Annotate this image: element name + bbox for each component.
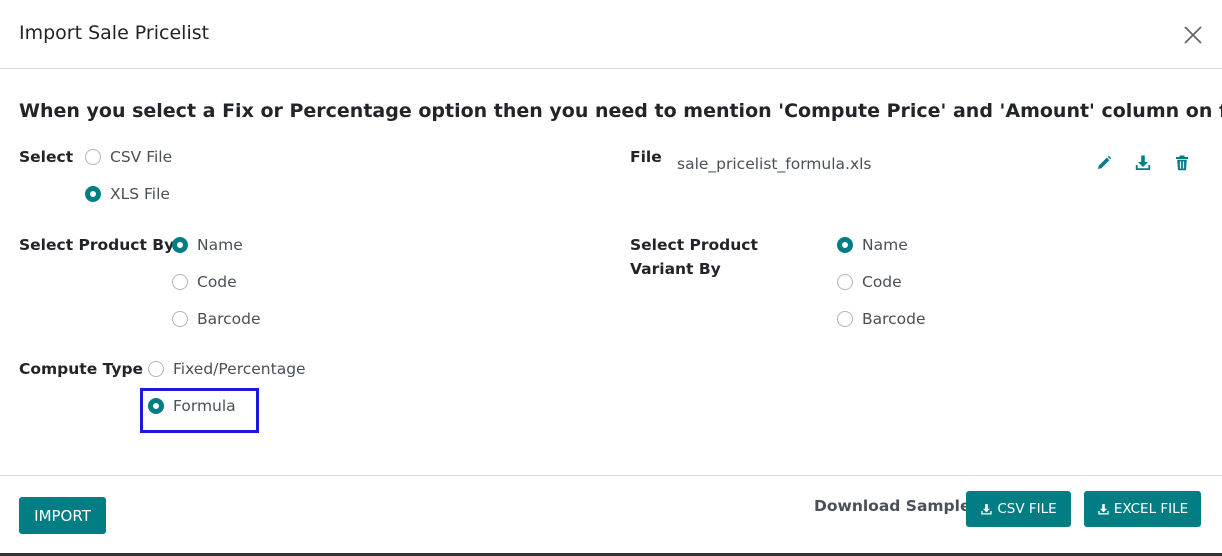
select-label: Select	[19, 148, 74, 166]
radio-dot	[85, 186, 101, 202]
radio-csv-file[interactable]: CSV File	[85, 145, 172, 169]
radio-product-name[interactable]: Name	[172, 233, 243, 257]
import-dialog: Import Sale Pricelist When you select a …	[0, 0, 1222, 556]
radio-variant-barcode[interactable]: Barcode	[837, 307, 926, 331]
close-icon[interactable]	[1180, 22, 1206, 48]
radio-dot	[172, 274, 188, 290]
dialog-header: Import Sale Pricelist	[0, 0, 1222, 69]
radio-variant-code[interactable]: Code	[837, 270, 902, 294]
radio-product-code[interactable]: Code	[172, 270, 237, 294]
radio-product-barcode[interactable]: Barcode	[172, 307, 261, 331]
radio-dot	[837, 237, 853, 253]
file-label: File	[630, 148, 662, 166]
edit-icon[interactable]	[1095, 154, 1113, 172]
download-icon	[1098, 503, 1109, 515]
radio-dot	[148, 361, 164, 377]
radio-dot	[172, 237, 188, 253]
radio-label: XLS File	[110, 185, 170, 203]
variant-by-label: Select Product Variant By	[630, 236, 758, 278]
radio-label: Barcode	[862, 310, 926, 328]
dialog-title: Import Sale Pricelist	[19, 22, 210, 44]
formula-highlight-box	[140, 388, 259, 433]
radio-label: Fixed/Percentage	[173, 360, 306, 378]
excel-file-button[interactable]: EXCEL FILE	[1084, 491, 1201, 527]
trash-icon[interactable]	[1173, 154, 1191, 172]
import-button[interactable]: IMPORT	[19, 497, 106, 534]
radio-label: CSV File	[110, 148, 173, 166]
radio-dot	[172, 311, 188, 327]
radio-xls-file[interactable]: XLS File	[85, 182, 170, 206]
csv-file-label: CSV FILE	[997, 501, 1057, 517]
radio-label: Name	[197, 236, 243, 254]
radio-variant-name[interactable]: Name	[837, 233, 908, 257]
radio-label: Code	[197, 273, 237, 291]
radio-dot	[85, 149, 101, 165]
radio-dot	[837, 311, 853, 327]
instruction-note: When you select a Fix or Percentage opti…	[19, 100, 1222, 122]
radio-label: Code	[862, 273, 902, 291]
download-icon	[981, 503, 993, 515]
excel-file-label: EXCEL FILE	[1113, 501, 1189, 517]
download-icon[interactable]	[1134, 154, 1152, 172]
radio-fixed-percentage[interactable]: Fixed/Percentage	[148, 357, 306, 381]
product-by-label: Select Product By	[19, 236, 175, 254]
compute-type-label: Compute Type	[19, 360, 144, 378]
file-name: sale_pricelist_formula.xls	[677, 155, 872, 173]
radio-label: Barcode	[197, 310, 261, 328]
download-sample-label: Download Sample:	[814, 497, 977, 515]
radio-dot	[837, 274, 853, 290]
radio-label: Name	[862, 236, 908, 254]
csv-file-button[interactable]: CSV FILE	[966, 491, 1071, 527]
